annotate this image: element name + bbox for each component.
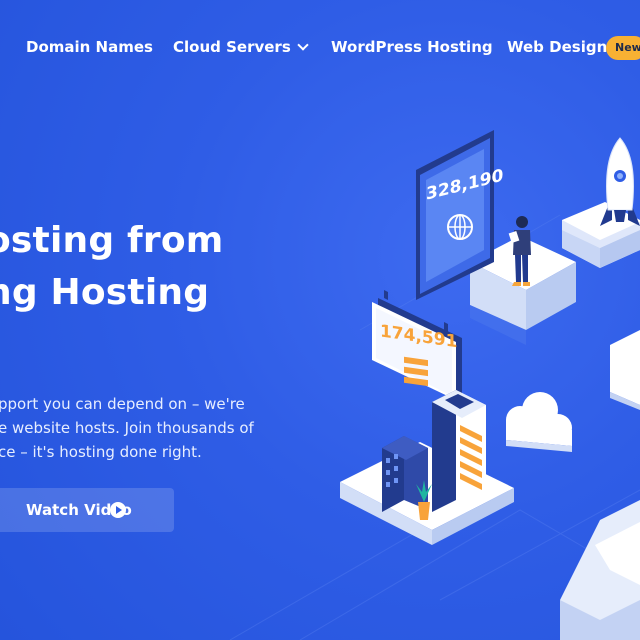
cloud-icon — [506, 392, 572, 452]
rocket-icon — [600, 137, 640, 226]
watch-video-button[interactable]: Watch Video — [0, 488, 174, 532]
play-icon — [110, 502, 126, 518]
hero-body-line-3: ce – it's hosting done right. — [0, 443, 202, 461]
server-tower — [432, 390, 486, 512]
hero-title-line-1: osting from — [0, 220, 224, 261]
hero-title-line-2: ng Hosting — [0, 272, 210, 313]
hero-body-line-2: e website hosts. Join thousands of — [0, 419, 254, 437]
hosting-illustration: 328,190 174,591 — [229, 130, 640, 640]
hero-body-line-1: pport you can depend on – we're — [0, 395, 245, 413]
bottom-platform — [560, 500, 640, 640]
right-platform — [610, 330, 640, 410]
billboard: 174,591 — [372, 290, 462, 400]
